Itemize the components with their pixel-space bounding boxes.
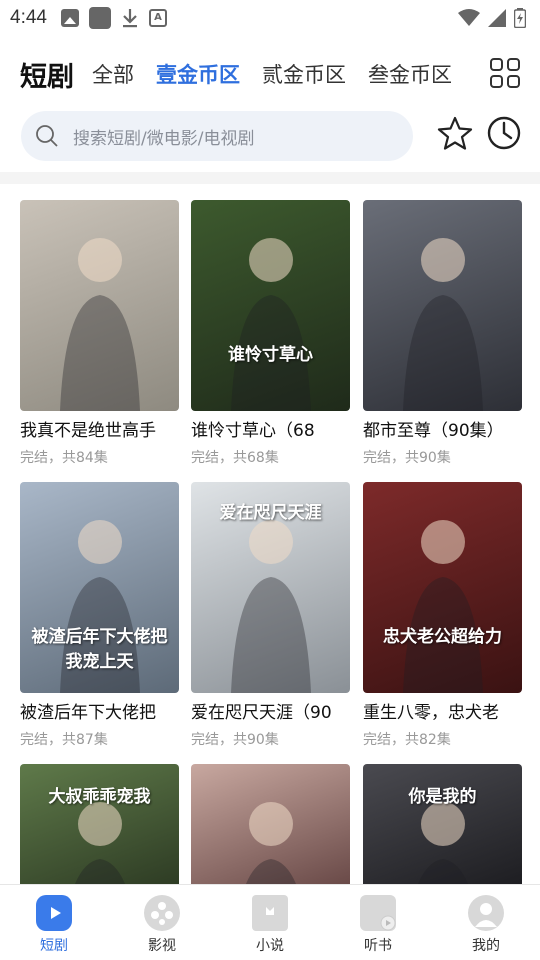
bottom-nav-item[interactable]: 短剧 [0,885,108,960]
category-nav: 短剧 全部 壹金币区 贰金币区 叁金币区 [0,50,540,98]
drama-card[interactable]: 你是我的 [363,764,522,884]
image-icon [60,9,79,27]
drama-card[interactable]: 我真不是绝世高手完结，共84集 [20,200,179,467]
poster-title-art: 忠犬老公超给力 [383,627,502,647]
bottom-nav-label: 我的 [472,938,500,954]
status-bar: 4:44 A [0,0,540,36]
drama-poster[interactable] [191,764,350,884]
drama-title: 我真不是绝世高手 [20,421,156,441]
bottom-nav-label: 影视 [148,938,176,954]
drama-card[interactable]: 爱在咫尺天涯爱在咫尺天涯（90 完结，共90集 [191,482,350,749]
status-time: 4:44 [10,7,47,28]
drama-title: 被渣后年下大佬把 [20,703,156,723]
bottom-nav-item[interactable]: 小说 [216,885,324,960]
search-icon [36,125,58,147]
drama-episode-count: 完结，共87集 [20,732,108,748]
bottom-nav-label: 听书 [364,938,392,954]
drama-poster[interactable]: 大叔乖乖宠我 [20,764,179,884]
drama-poster[interactable] [20,200,179,411]
tab-one-coin[interactable]: 壹金币区 [156,59,240,89]
drama-card[interactable]: 被渣后年下大佬把我宠上天被渣后年下大佬把完结，共87集 [20,482,179,749]
section-divider [0,172,540,184]
book-icon [252,895,288,931]
favorites-star-icon[interactable] [436,115,474,153]
system-icons [458,8,526,28]
drama-episode-count: 完结，共90集 [191,732,279,748]
poster-title-art: 爱在咫尺天涯 [219,503,322,523]
bottom-nav-item[interactable]: 影视 [108,885,216,960]
bottom-nav-item[interactable]: 听书 [324,885,432,960]
tab-all[interactable]: 全部 [92,59,134,89]
poster-title-art: 谁怜寸草心 [228,345,313,365]
history-clock-icon[interactable] [486,115,522,151]
tab-two-coin[interactable]: 贰金币区 [262,59,346,89]
wifi-icon [458,9,480,26]
drama-poster[interactable]: 谁怜寸草心 [191,200,350,411]
poster-title-art: 你是我的 [408,787,477,807]
drama-title: 爱在咫尺天涯（90 [191,703,332,723]
search-input[interactable]: 搜索短剧/微电影/电视剧 [21,111,413,161]
drama-title: 都市至尊（90集） [363,421,504,441]
notification-icons: A [60,7,167,29]
drama-poster[interactable]: 忠犬老公超给力 [363,482,522,693]
drama-episode-count: 完结，共68集 [191,450,279,466]
search-placeholder: 搜索短剧/微电影/电视剧 [73,128,255,149]
drama-poster[interactable] [363,200,522,411]
app-icon [88,7,111,29]
drama-card[interactable]: 都市至尊（90集） 完结，共90集 [363,200,522,467]
drama-card[interactable] [191,764,350,884]
drama-card[interactable]: 谁怜寸草心谁怜寸草心（68 完结，共68集 [191,200,350,467]
poster-figure [403,520,483,693]
signal-icon [488,9,506,27]
search-row: 搜索短剧/微电影/电视剧 [0,110,540,164]
poster-figure [246,802,296,884]
a-icon: A [148,9,167,27]
audiobook-icon [360,895,396,931]
category-grid-icon[interactable] [490,58,520,88]
poster-figure [231,238,311,411]
bottom-nav-item[interactable]: 我的 [432,885,540,960]
poster-figure [403,238,483,411]
bottom-nav-label: 小说 [256,938,284,954]
tab-three-coin[interactable]: 叁金币区 [368,59,452,89]
download-icon [122,9,137,28]
bottom-nav: 短剧 影视 小说 听书 我的 [0,884,540,960]
drama-episode-count: 完结，共90集 [363,450,451,466]
drama-episode-count: 完结，共82集 [363,732,451,748]
bottom-nav-label: 短剧 [40,938,68,954]
drama-card[interactable]: 大叔乖乖宠我 [20,764,179,884]
drama-poster[interactable]: 被渣后年下大佬把我宠上天 [20,482,179,693]
tv-icon [36,895,72,931]
profile-icon [468,895,504,931]
drama-episode-count: 完结，共84集 [20,450,108,466]
drama-title: 谁怜寸草心（68 [191,421,315,441]
poster-title-art: 被渣后年下大佬把我宠上天 [31,627,168,672]
poster-title-art: 大叔乖乖宠我 [48,787,151,807]
film-reel-icon [144,895,180,931]
drama-poster[interactable]: 你是我的 [363,764,522,884]
drama-card[interactable]: 忠犬老公超给力重生八零，忠犬老完结，共82集 [363,482,522,749]
drama-poster[interactable]: 爱在咫尺天涯 [191,482,350,693]
poster-figure [60,238,140,411]
page-title: 短剧 [20,61,74,93]
battery-icon [514,8,526,28]
drama-title: 重生八零，忠犬老 [363,703,499,723]
